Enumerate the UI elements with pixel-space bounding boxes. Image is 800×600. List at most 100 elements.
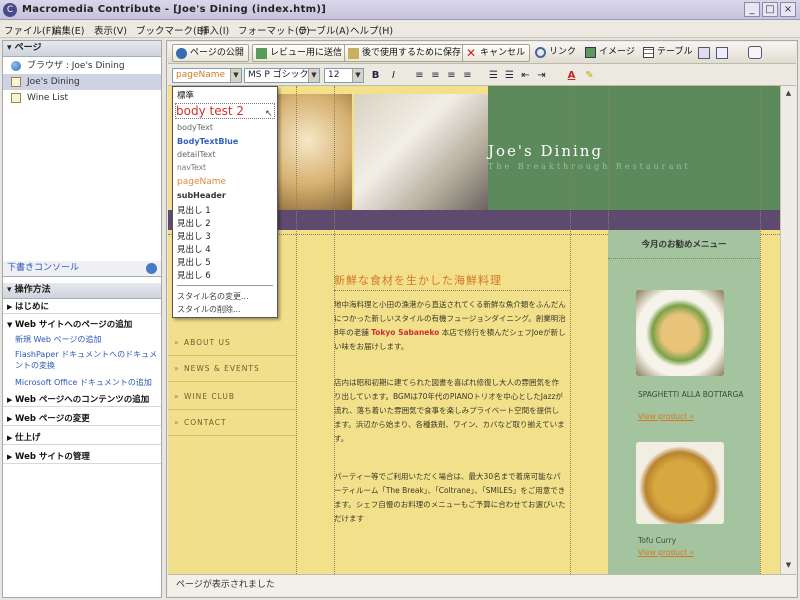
chevron-down-icon[interactable]: ▼ <box>230 69 241 82</box>
howto-panel-header[interactable]: ▾ 操作方法 <box>3 283 161 299</box>
align-justify-icon[interactable]: ≡ <box>460 68 475 83</box>
close-button[interactable]: × <box>780 2 796 17</box>
task-modify-page[interactable]: ▶ Web ページの変更 <box>3 413 161 426</box>
style-option[interactable]: BodyTextBlue <box>177 137 238 146</box>
align-left-icon[interactable]: ≡ <box>412 68 427 83</box>
minimize-button[interactable]: _ <box>744 2 760 17</box>
page-item-browser[interactable]: ブラウザ : Joe's Dining <box>3 58 161 74</box>
style-option[interactable]: 見出し 6 <box>177 269 211 281</box>
maximize-button[interactable]: □ <box>762 2 778 17</box>
style-option[interactable]: 見出し 1 <box>177 204 211 216</box>
layout-guide <box>296 86 297 574</box>
style-option[interactable]: 標準 <box>177 89 194 101</box>
style-option[interactable]: subHeader <box>177 191 226 200</box>
product-name: Tofu Curry <box>638 536 677 545</box>
task-manage-site[interactable]: ▶ Web サイトの管理 <box>3 451 161 464</box>
document-icon[interactable] <box>716 47 728 59</box>
ordered-list-icon[interactable]: ☰ <box>486 68 501 83</box>
pages-panel-header[interactable]: ▾ ページ <box>3 41 161 57</box>
style-option[interactable]: 見出し 5 <box>177 256 211 268</box>
cancel-icon: ✕ <box>466 46 477 60</box>
align-right-icon[interactable]: ≡ <box>444 68 459 83</box>
layout-guide <box>334 290 570 291</box>
table-icon <box>643 47 654 58</box>
task-getting-started[interactable]: ▶ はじめに <box>3 301 161 314</box>
style-option[interactable]: navText <box>177 163 206 172</box>
review-icon <box>256 48 267 59</box>
menu-file[interactable]: ファイル(F) <box>4 23 55 37</box>
page-item-label: Joe's Dining <box>27 77 80 87</box>
table-button[interactable]: テーブル <box>640 44 696 62</box>
publish-button[interactable]: ページの公開 <box>172 44 249 62</box>
style-option[interactable]: bodyText <box>177 123 213 132</box>
chevron-down-icon[interactable]: ▼ <box>352 69 363 82</box>
refresh-icon[interactable] <box>146 263 157 274</box>
howto-header-label: 操作方法 <box>14 285 51 295</box>
scroll-up-icon[interactable]: ▲ <box>783 88 794 99</box>
task-add-content[interactable]: ▶ Web ページへのコンテンツの追加 <box>3 394 161 407</box>
nav-wine-club[interactable]: WINE CLUB <box>168 384 296 410</box>
style-option[interactable]: body test 2 <box>175 103 275 119</box>
style-option[interactable]: pageName <box>177 177 226 187</box>
status-bar: ページが表示されました <box>168 574 796 596</box>
save-later-label: 後で使用するために保存 <box>362 48 462 58</box>
delete-style-option[interactable]: スタイルの削除... <box>177 304 241 315</box>
header-photo-kitchen <box>354 94 488 210</box>
rename-style-option[interactable]: スタイル名の変更... <box>177 291 249 302</box>
task-label: 仕上げ <box>15 433 41 443</box>
menu-view[interactable]: 表示(V) <box>94 23 127 37</box>
style-select[interactable]: pageName ▼ <box>172 68 242 83</box>
menu-bookmarks[interactable]: ブックマーク(B) <box>136 23 207 37</box>
subtask-new-page[interactable]: 新規 Web ページの追加 <box>15 334 159 345</box>
table-label: テーブル <box>657 47 693 57</box>
chevron-down-icon[interactable]: ▼ <box>308 69 319 82</box>
nav-news-events[interactable]: NEWS & EVENTS <box>168 356 296 382</box>
save-for-later-button[interactable]: 後で使用するために保存 <box>344 44 467 62</box>
image-button[interactable]: イメージ <box>582 44 639 62</box>
menu-edit[interactable]: 編集(E) <box>52 23 84 37</box>
style-option[interactable]: 見出し 4 <box>177 243 211 255</box>
view-product-link[interactable]: View product » <box>638 412 694 421</box>
align-center-icon[interactable]: ≡ <box>428 68 443 83</box>
cancel-button[interactable]: ✕ キャンセル <box>462 44 531 62</box>
nav-contact[interactable]: CONTACT <box>168 410 296 436</box>
send-review-button[interactable]: レビュー用に送信 <box>252 44 348 62</box>
task-finishing[interactable]: ▶ 仕上げ <box>3 432 161 445</box>
drafts-console-link[interactable]: 下書きコンソール <box>3 261 161 277</box>
indent-icon[interactable]: ⇥ <box>534 68 549 83</box>
style-option[interactable]: detailText <box>177 150 216 159</box>
nav-about-us[interactable]: ABOUT US <box>168 330 296 356</box>
bold-button[interactable]: B <box>368 68 383 83</box>
size-select[interactable]: 12 ▼ <box>324 68 364 83</box>
content-paragraph-1: 地中海料理と小田の漁港から直送されてくる新鮮な魚介類をふんだんにつかった新しいス… <box>334 298 566 354</box>
subtask-office-doc[interactable]: Microsoft Office ドキュメントの追加 <box>15 377 159 388</box>
style-option[interactable]: 見出し 2 <box>177 217 211 229</box>
unordered-list-icon[interactable]: ☰ <box>502 68 517 83</box>
outdent-icon[interactable]: ⇤ <box>518 68 533 83</box>
font-select[interactable]: MS P ゴシック ▼ <box>244 68 320 83</box>
scroll-down-icon[interactable]: ▼ <box>783 560 794 571</box>
link-button[interactable]: リンク <box>532 44 580 62</box>
chevron-right-icon: ▶ <box>7 453 13 461</box>
menu-insert[interactable]: 挿入(I) <box>200 23 229 37</box>
menu-table[interactable]: テーブル(A) <box>298 23 349 37</box>
text-color-icon[interactable]: A <box>564 68 579 83</box>
highlight-icon[interactable]: ✎ <box>582 68 597 83</box>
flash-icon[interactable] <box>698 47 710 59</box>
chat-icon[interactable] <box>748 46 762 59</box>
italic-button[interactable]: I <box>386 68 401 83</box>
page-item-joes-dining[interactable]: Joe's Dining <box>3 74 161 90</box>
page-item-wine-list[interactable]: Wine List <box>3 90 161 106</box>
chevron-right-icon: ▶ <box>7 415 13 423</box>
globe-icon <box>11 61 21 71</box>
subtask-flashpaper[interactable]: FlashPaper ドキュメントへのドキュメントの変換 <box>15 349 159 371</box>
cancel-label: キャンセル <box>480 48 526 58</box>
size-select-value: 12 <box>328 70 340 80</box>
vertical-scrollbar[interactable]: ▲ ▼ <box>780 86 796 574</box>
style-option[interactable]: 見出し 3 <box>177 230 211 242</box>
task-add-page[interactable]: ▼ Web サイトへのページの追加 <box>3 319 161 331</box>
menu-help[interactable]: ヘルプ(H) <box>350 23 393 37</box>
content-paragraph-2: 店内は昭和初期に建てられた図書を喜ばれ修復し大人の雰囲気を作り出しています。BG… <box>334 378 565 443</box>
publish-label: ページの公開 <box>190 48 244 58</box>
view-product-link[interactable]: View product » <box>638 548 694 557</box>
